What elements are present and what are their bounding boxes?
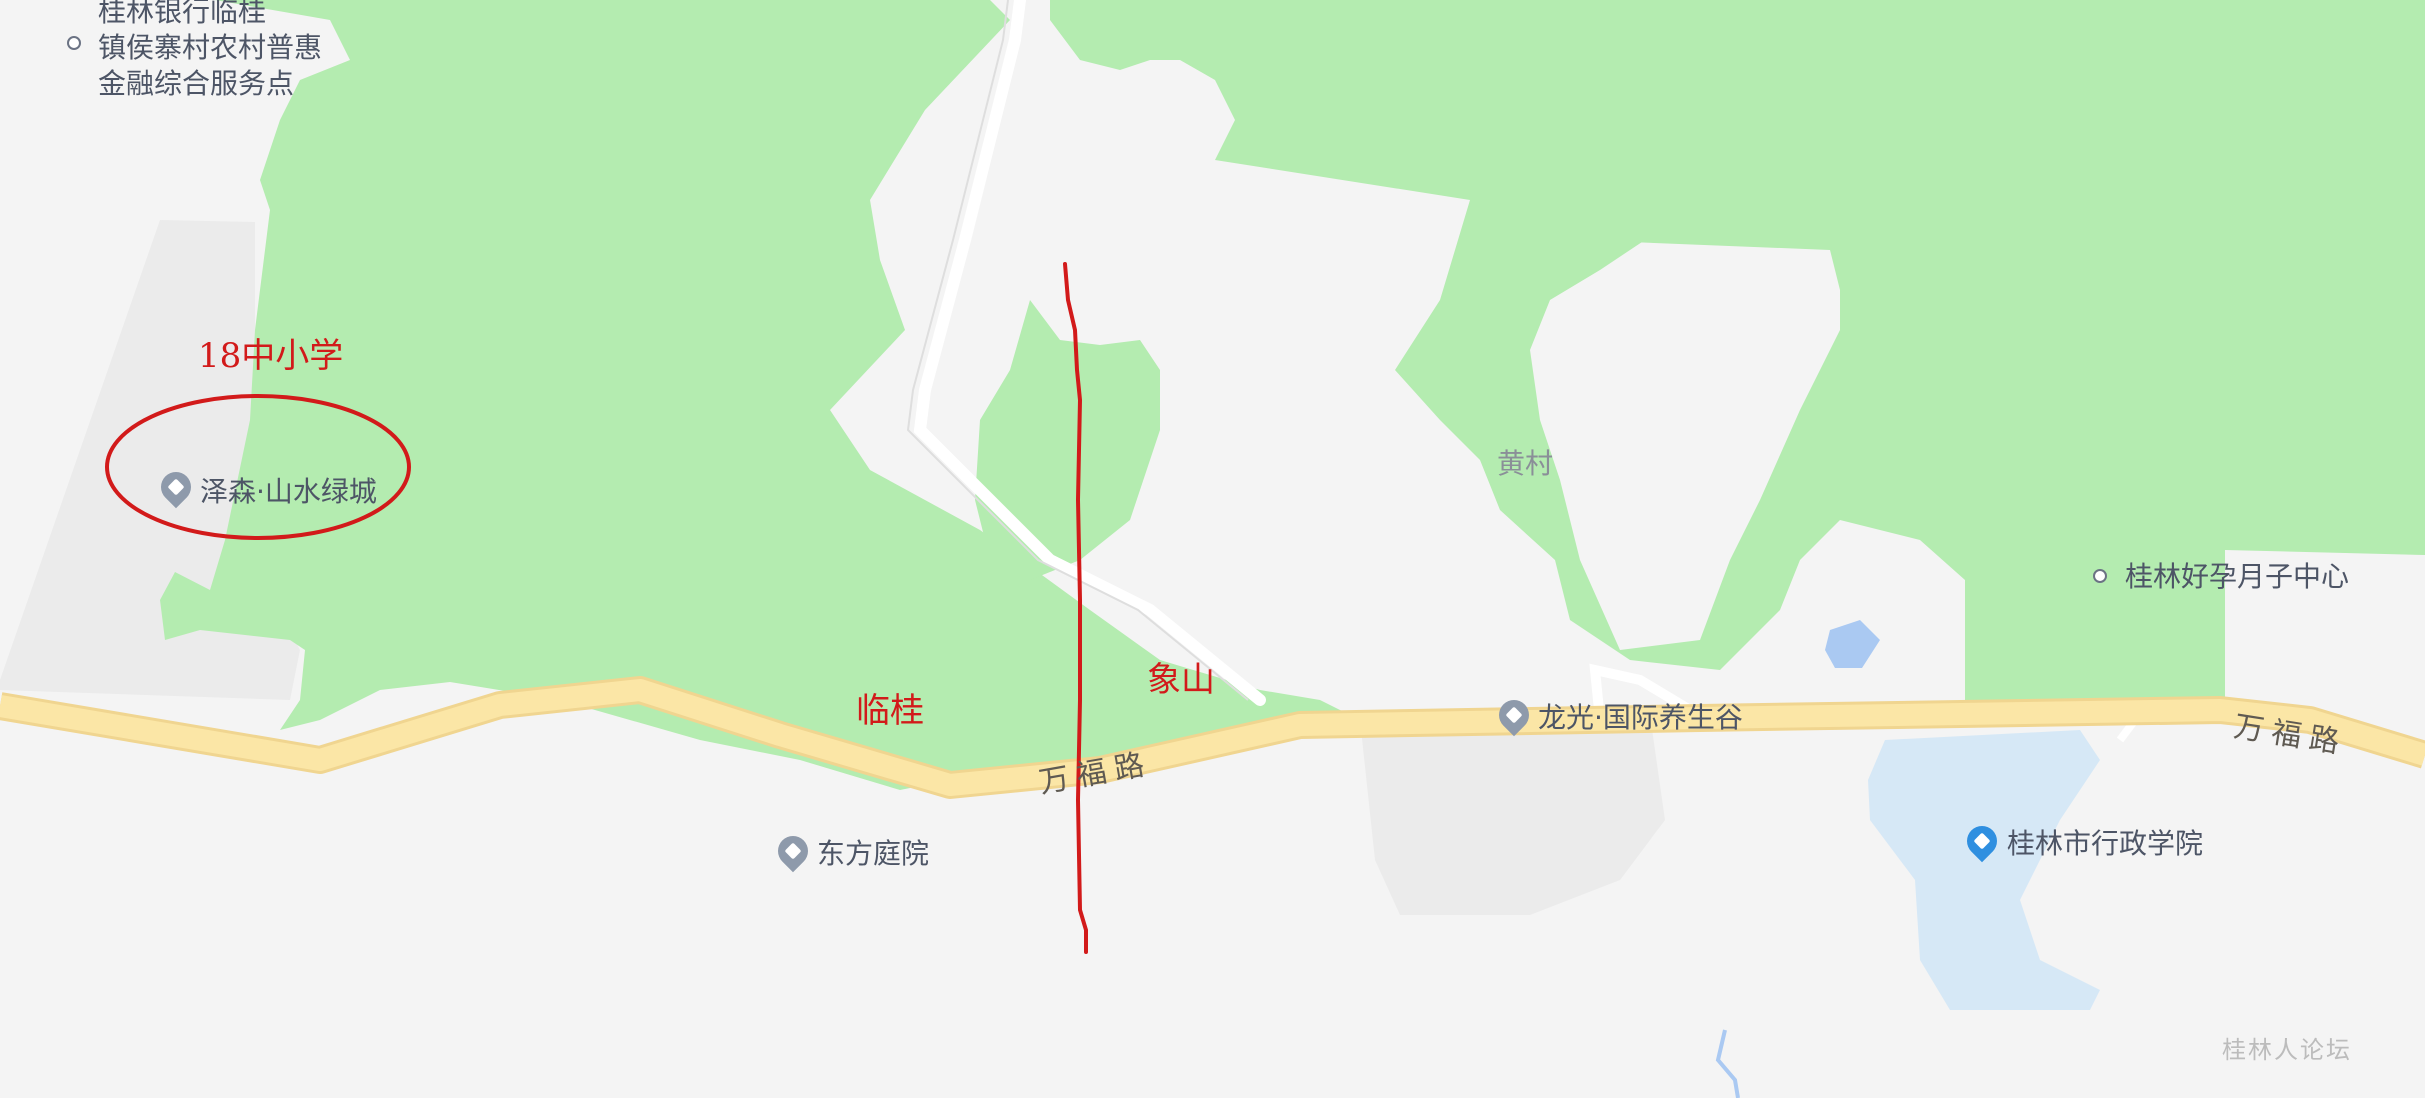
poi-longguang-label[interactable]: 龙光·国际养生谷 <box>1538 700 1743 736</box>
residential-area <box>1360 715 1665 915</box>
pond <box>1825 620 1880 668</box>
poi-xingzheng-label[interactable]: 桂林市行政学院 <box>2007 826 2203 862</box>
circle-dot-icon <box>67 36 81 50</box>
poi-zesen-label[interactable]: 泽森·山水绿城 <box>200 474 377 510</box>
village-huangcun-label[interactable]: 黄村 <box>1497 442 1553 482</box>
map-canvas[interactable] <box>0 0 2425 1098</box>
poi-bank-label[interactable]: 桂林银行临桂 镇侯寨村农村普惠 金融综合服务点 <box>98 0 322 102</box>
annotation-lingui-label: 临桂 <box>856 691 924 731</box>
annotation-school-label: 18中小学 <box>198 336 344 376</box>
stream <box>1715 1029 1740 1098</box>
poi-dongfang-label[interactable]: 东方庭院 <box>817 836 929 872</box>
green-area <box>1050 0 2425 700</box>
circle-dot-icon <box>2093 569 2107 583</box>
lake <box>1868 730 2100 1010</box>
poi-bank-line: 桂林银行临桂 <box>98 0 267 28</box>
green-area <box>975 300 1160 580</box>
poi-bank-line: 镇侯寨村农村普惠 <box>98 31 323 64</box>
annotation-xiangshan-label: 象山 <box>1147 660 1215 700</box>
poi-yuezi-label[interactable]: 桂林好孕月子中心 <box>2125 559 2349 595</box>
poi-bank-line: 金融综合服务点 <box>98 67 295 100</box>
watermark-label: 桂林人论坛 <box>2222 1036 2352 1064</box>
